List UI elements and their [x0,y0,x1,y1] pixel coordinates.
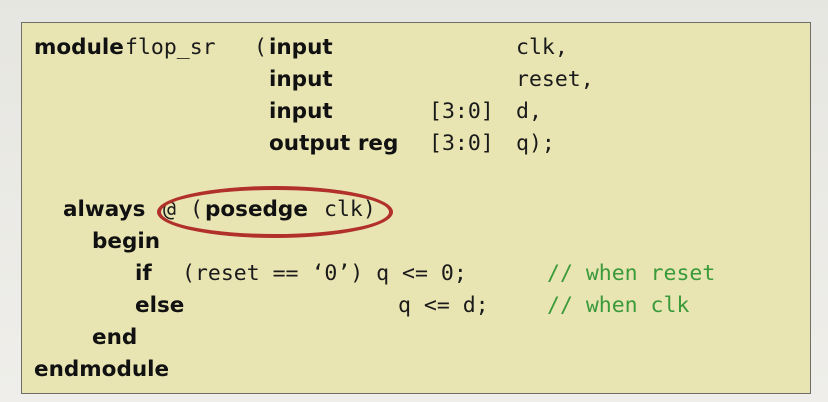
reset-condition: (reset == ‘0’) q <= 0; [182,261,467,286]
code-line-d-port: input [3:0] d, [22,97,542,127]
code-line-reset-port: input reset, [22,65,594,95]
keyword-end: end [92,325,138,350]
port-clk: clk, [516,35,568,60]
keyword-else: else [135,293,185,318]
keyword-if: if [135,261,152,286]
port-reset: reset, [516,67,594,92]
port-q: q); [516,131,555,156]
at-symbol: @ [163,197,176,222]
keyword-endmodule: endmodule [34,357,170,382]
comment-when-clk: // when clk [547,293,690,318]
keyword-always: always [63,197,146,222]
range-q: [3:0] [429,131,494,156]
code-line-endmodule: endmodule [22,355,169,385]
code-line-else: else q <= d; // when clk [22,291,689,321]
keyword-posedge: posedge [205,197,308,222]
code-line-if: if (reset == ‘0’) q <= 0; // when reset [22,259,715,289]
keyword-input-clk: input [269,35,333,60]
else-assignment: q <= d; [398,293,489,318]
code-line-always: always @ ( posedge clk) [22,195,376,225]
sensitivity-open-paren: ( [190,197,203,222]
code-line-q-port: output reg [3:0] q); [22,129,555,159]
code-line-module-header: module flop_sr ( input clk, [22,33,568,63]
keyword-output-reg: output reg [269,131,399,156]
open-paren: ( [254,35,267,60]
sensitivity-signal: clk) [324,197,376,222]
range-d: [3:0] [429,99,494,124]
module-name: flop_sr [125,35,216,60]
port-d: d, [516,99,542,124]
keyword-input-reset: input [269,67,333,92]
verilog-code-panel: module flop_sr ( input clk, input reset,… [21,22,811,394]
keyword-begin: begin [92,229,161,254]
keyword-module: module [34,35,124,60]
code-line-begin: begin [22,227,160,257]
keyword-input-d: input [269,99,333,124]
comment-when-reset: // when reset [547,261,716,286]
code-line-end: end [22,323,137,353]
